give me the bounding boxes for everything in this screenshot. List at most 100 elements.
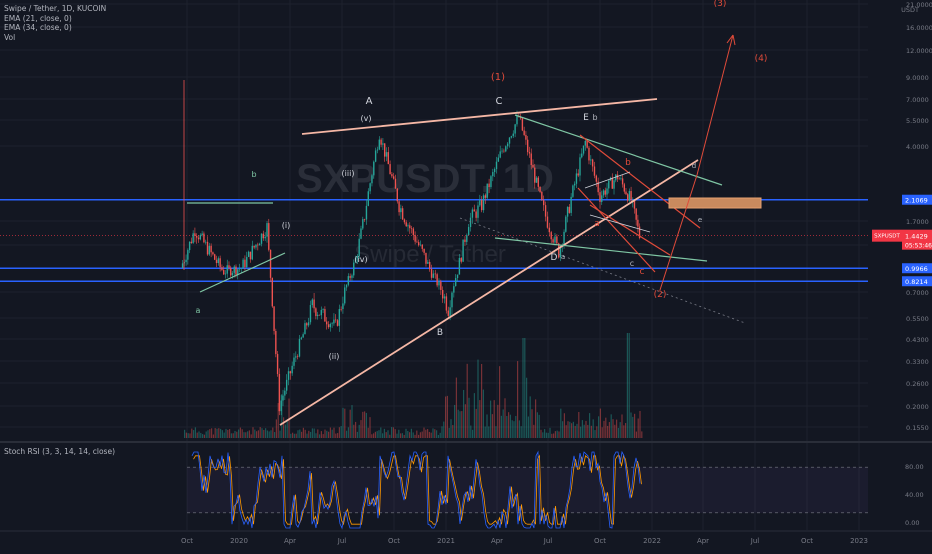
candle-body [456,274,459,279]
volume-bar [322,434,324,438]
price-tick-label: 0.1550 [906,424,929,432]
volume-bar [194,427,196,438]
candle-body [579,157,581,176]
volume-bar [466,363,468,438]
volume-bar [245,432,247,438]
candle-body [212,252,214,255]
candle-body [570,196,572,213]
time-tick-label: Oct [181,537,193,545]
candle-body [460,257,462,262]
candle-body [293,357,295,366]
volume-bar [344,408,346,438]
volume-bar [383,428,385,438]
volume-bar [592,419,594,438]
volume-bar [367,427,369,438]
volume-bar [619,422,621,438]
volume-bar [236,431,238,438]
volume-bar [382,433,384,438]
volume-bar [229,429,231,438]
volume-bar [232,433,234,438]
candle-body [552,239,554,243]
wave-label: b [625,158,631,168]
volume-bar [612,419,614,438]
legend-ema34[interactable]: EMA (34, close, 0) [4,23,106,33]
candle-body [298,338,301,357]
volume-bar [549,427,551,438]
volume-bar [529,396,531,438]
candle-body [440,281,442,290]
candle-body [532,164,534,168]
volume-bar [356,431,358,438]
chart-root[interactable]: SXPUSDT, 1D Swipe / Tether (1) A C Eb (v) (ii… [0,0,932,550]
symbol-label: SXPUSDT [874,234,900,240]
candle-body [414,235,416,242]
volume-bar [189,433,191,438]
volume-bar [338,427,340,438]
wave-label: e [698,216,702,224]
volume-bar [301,431,303,438]
candle-body [266,223,268,237]
time-tick-label: 2020 [230,537,248,545]
price-tick-label: 7.0000 [906,96,929,104]
volume-bar [256,431,258,438]
volume-bar [455,377,457,438]
candle-body [257,244,259,246]
volume-bar [329,427,331,438]
candle-body [369,183,371,192]
volume-bar [626,333,628,438]
volume-bar [533,424,535,438]
candle-body [235,266,237,275]
candle-body [566,206,569,217]
volume-bar [493,400,495,438]
candle-body [376,149,379,151]
candle-body [275,330,277,355]
volume-bar [283,417,285,438]
candle-body [295,356,297,358]
candle-body [453,286,455,293]
legend-symbol[interactable]: Swipe / Tether, 1D, KUCOIN [4,4,106,14]
candle-body [326,321,328,325]
wave-label: A [366,96,373,107]
legend-ema21[interactable]: EMA (21, close, 0) [4,14,106,24]
volume-bar [326,430,328,438]
candle-body [403,219,406,223]
legend-vol[interactable]: Vol [4,33,106,43]
candle-body [458,257,461,275]
candle-body [338,309,341,326]
volume-bar [567,421,569,438]
volume-bar [223,432,225,438]
volume-bar [599,408,601,438]
candle-body [486,183,488,198]
price-axis[interactable]: USDT21.000016.000012.00009.00007.00005.5… [868,0,932,530]
candle-body [466,235,468,242]
volume-bar [547,432,549,438]
volume-bar [484,426,486,438]
candle-body [582,145,585,154]
candle-body [233,266,235,273]
volume-bar [207,430,209,438]
candle-body [199,235,202,240]
volume-bar [583,424,585,438]
volume-bar [209,429,211,438]
volume-bar [302,427,304,438]
candle-body [192,233,194,243]
rsi-legend[interactable]: Stoch RSI (3, 3, 14, 14, close) [4,447,115,456]
rsi-tick-label: 80.00 [905,463,924,471]
candle-body [208,245,211,255]
price-tick-label: 0.2600 [906,380,929,388]
price-chart[interactable]: SXPUSDT, 1D Swipe / Tether (1)A CE b(v)(ii… [0,0,932,550]
volume-bar [265,428,267,438]
time-axis[interactable]: Oct 2020 Apr Jul Oct 2021 Apr Jul Oct 2022 Apr Jul O… [0,530,932,550]
volume-bar [554,431,556,438]
price-tick-label: 12.0000 [906,47,932,55]
time-tick-label: 2023 [850,537,868,545]
candle-body [226,265,228,274]
volume-bar [220,428,222,438]
wave-label: E [583,113,589,123]
price-label: 2.1069 [905,197,928,205]
candle-body [365,205,368,220]
volume-bar [418,434,420,438]
volume-bar [607,425,609,438]
volume-bar [470,425,472,438]
candle-body [253,245,255,248]
